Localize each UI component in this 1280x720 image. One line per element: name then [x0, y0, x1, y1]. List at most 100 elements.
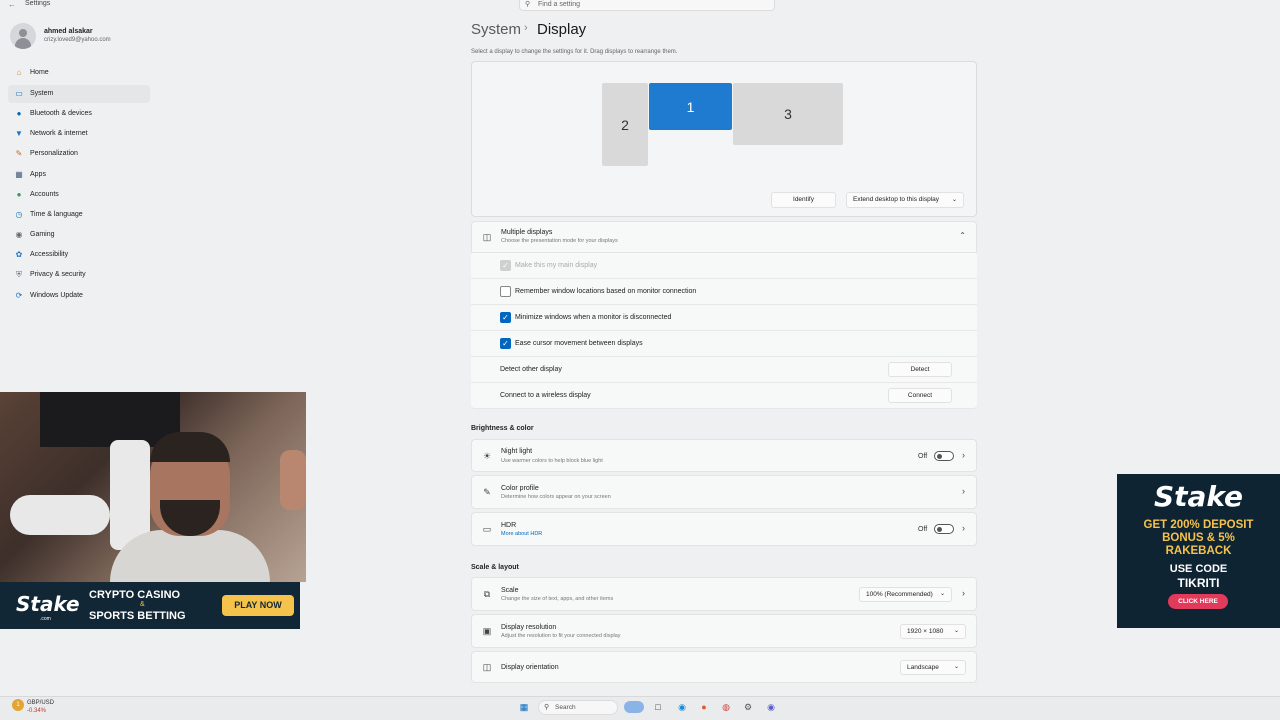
accessibility-icon: ✿	[15, 250, 23, 259]
chevron-right-icon: ›	[962, 450, 965, 460]
monitor-2[interactable]: 2	[602, 83, 648, 166]
file-explorer-icon[interactable]: □	[652, 701, 664, 713]
widget-title[interactable]: GBP/USD	[27, 700, 54, 706]
hdr-row[interactable]: ▭ HDR More about HDR Off ›	[471, 512, 977, 546]
monitor-1[interactable]: 1	[649, 83, 732, 130]
orientation-row: ◫ Display orientation Landscape ⌄	[471, 651, 977, 683]
resolution-dropdown[interactable]: 1920 × 1080 ⌄	[900, 624, 966, 639]
stake-logo: Stake	[1153, 480, 1244, 513]
pen-icon: ✎	[483, 487, 491, 497]
stake-side-ad[interactable]: Stake GET 200% DEPOSIT BONUS & 5% RAKEBA…	[1117, 474, 1280, 628]
sidebar-item-system[interactable]: ▭ System	[8, 85, 150, 103]
scale-row[interactable]: ⧉ Scale Change the size of text, apps, a…	[471, 577, 977, 611]
hdr-icon: ▭	[482, 524, 492, 534]
ad-line-1: CRYPTO CASINO	[89, 589, 181, 601]
avatar[interactable]	[10, 23, 36, 49]
widget-badge[interactable]: 1	[12, 699, 24, 711]
chevron-right-icon: ›	[962, 588, 965, 598]
night-light-toggle[interactable]	[934, 451, 954, 461]
shield-icon: ⛨	[16, 270, 22, 279]
home-icon: ⌂	[16, 68, 22, 77]
ease-cursor-row[interactable]: ✓ Ease cursor movement between displays	[471, 331, 977, 357]
back-button[interactable]: ←	[8, 0, 16, 9]
chevron-down-icon: ⌄	[953, 628, 959, 634]
hdr-state: Off	[918, 526, 928, 533]
minimize-windows-row[interactable]: ✓ Minimize windows when a monitor is dis…	[471, 305, 977, 331]
play-now-button[interactable]: PLAY NOW	[222, 595, 294, 616]
section-scale-layout: Scale & layout	[471, 564, 519, 571]
streamer-hand	[280, 450, 306, 510]
resolution-icon: ▣	[482, 626, 492, 636]
apps-icon: ▦	[15, 170, 23, 179]
chrome-icon[interactable]: ◍	[720, 701, 732, 713]
start-icon[interactable]: ▦	[518, 701, 530, 713]
detect-display-row: Detect other display Detect	[471, 357, 977, 383]
search-icon: ⚲	[525, 1, 531, 8]
widget-value: -0.34%	[27, 708, 47, 714]
orientation-dropdown[interactable]: Landscape ⌄	[900, 660, 966, 675]
edge-icon[interactable]: ◉	[676, 701, 688, 713]
color-profile-row[interactable]: ✎ Color profile Determine how colors app…	[471, 475, 977, 509]
make-main-checkbox: ✓	[500, 260, 511, 271]
sidebar-item-privacy[interactable]: ⛨ Privacy & security	[8, 266, 150, 284]
system-icon: ▭	[15, 89, 23, 98]
globe-clock-icon: ◷	[15, 210, 23, 219]
identify-button[interactable]: Identify	[771, 192, 836, 208]
taskbar-search[interactable]: ⚲ Search	[538, 700, 618, 715]
orientation-icon: ◫	[482, 662, 492, 672]
stake-logo-domain: .com	[40, 616, 51, 622]
ease-cursor-checkbox[interactable]: ✓	[500, 338, 511, 349]
chevron-right-icon: ›	[962, 523, 965, 533]
night-light-state: Off	[918, 453, 928, 460]
sidebar-item-windows-update[interactable]: ⟳ Windows Update	[8, 287, 150, 305]
hdr-toggle[interactable]	[934, 524, 954, 534]
sidebar-item-network[interactable]: ▼ Network & internet	[8, 125, 150, 143]
remember-locations-row[interactable]: Remember window locations based on monit…	[471, 279, 977, 305]
brush-icon: ✎	[15, 149, 23, 158]
click-here-button[interactable]: CLICK HERE	[1168, 594, 1228, 609]
sidebar-item-gaming[interactable]: ◉ Gaming	[8, 226, 150, 244]
sidebar-item-accounts[interactable]: ● Accounts	[8, 186, 150, 204]
user-name: ahmed alsakar	[44, 28, 93, 35]
ad-ampersand: &	[140, 601, 145, 608]
section-brightness-color: Brightness & color	[471, 425, 534, 432]
sidebar-item-time-language[interactable]: ◷ Time & language	[8, 206, 150, 224]
minimize-windows-checkbox[interactable]: ✓	[500, 312, 511, 323]
widgets-icon[interactable]	[624, 701, 644, 713]
sidebar-item-apps[interactable]: ▦ Apps	[8, 166, 150, 184]
sidebar-item-home[interactable]: ⌂ Home	[8, 64, 150, 82]
detect-button[interactable]: Detect	[888, 362, 952, 377]
more-about-hdr-link[interactable]: More about HDR	[501, 531, 542, 537]
chevron-down-icon: ⌄	[953, 664, 959, 670]
firefox-icon[interactable]: ●	[698, 701, 710, 713]
scale-dropdown[interactable]: 100% (Recommended) ⌄	[859, 587, 952, 602]
sidebar-item-personalization[interactable]: ✎ Personalization	[8, 145, 150, 163]
sidebar-item-bluetooth[interactable]: ● Bluetooth & devices	[8, 105, 150, 123]
make-main-row: ✓ Make this my main display	[471, 253, 977, 279]
wifi-icon: ▼	[15, 129, 23, 138]
gamepad-icon: ◉	[15, 230, 23, 239]
breadcrumb-separator: ›	[524, 22, 528, 34]
search-placeholder: Find a setting	[538, 1, 581, 8]
scale-icon: ⧉	[483, 589, 491, 599]
teams-icon[interactable]: ◉	[765, 701, 777, 713]
multiple-displays-header[interactable]: ◫ Multiple displays Choose the presentat…	[471, 221, 977, 253]
display-mode-dropdown[interactable]: Extend desktop to this display ⌄	[846, 192, 964, 208]
wireless-display-row: Connect to a wireless display Connect	[471, 383, 977, 409]
resolution-row: ▣ Display resolution Adjust the resoluti…	[471, 614, 977, 648]
connect-button[interactable]: Connect	[888, 388, 952, 403]
monitor-3[interactable]: 3	[733, 83, 843, 145]
microphone	[10, 495, 110, 535]
sidebar-item-accessibility[interactable]: ✿ Accessibility	[8, 246, 150, 264]
remember-locations-checkbox[interactable]	[500, 286, 511, 297]
search-input[interactable]: ⚲ Find a setting	[519, 0, 775, 11]
chevron-down-icon: ⌄	[939, 591, 945, 597]
settings-icon[interactable]: ⚙	[742, 701, 754, 713]
night-light-row[interactable]: ☀ Night light Use warmer colors to help …	[471, 439, 977, 472]
ad-line-2: SPORTS BETTING	[89, 610, 186, 622]
breadcrumb-system[interactable]: System	[471, 21, 521, 38]
bluetooth-icon: ●	[16, 109, 22, 118]
multiple-displays-icon: ◫	[482, 232, 492, 242]
streamer-shirt	[110, 530, 270, 582]
chevron-up-icon: ⌃	[959, 231, 966, 240]
